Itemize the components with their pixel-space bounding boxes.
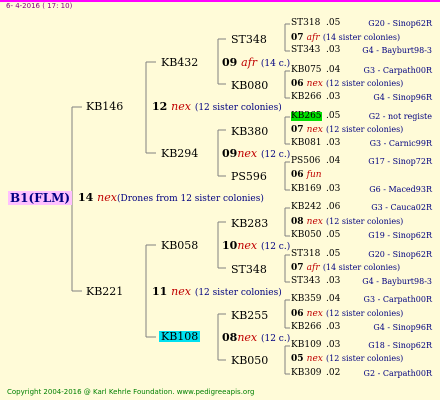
gen3-code-2: nex [237,239,258,252]
gen4-desc-6: (12 sister colonies) [326,309,404,318]
gen4-mating-1: 06 nex (12 sister colonies) [291,80,403,89]
gen3-num-0: 09 [222,56,238,69]
gen3-node-3[interactable]: KB108 [159,331,201,342]
gen4-node-1[interactable]: KB080 [231,80,268,91]
gen3-mating-1: 09nex (12 c.) [222,148,290,160]
gen3-desc-3: (12 c.) [260,334,291,344]
gen4-code-5: afr [306,263,320,273]
gen4-code-2: nex [306,125,323,135]
gen2-desc-0: (12 sister colonies) [194,103,282,113]
gen4-code-0: afr [306,33,320,43]
gen3-mating-3: 08nex (12 c.) [222,332,290,344]
gen4-num-5: 07 [291,263,304,273]
gen2-num-0: 12 [152,100,168,113]
gen3-desc-0: (14 c.) [260,59,291,69]
root-code: nex [97,191,117,204]
gen3-mating-0: 09 afr (14 c.) [222,57,290,69]
gen3-num-1: 09 [222,147,238,160]
gen5-origin-1: G4 - Bayburt98-3 [362,46,432,55]
gen4-desc-4: (12 sister colonies) [326,217,404,226]
gen4-code-4: nex [306,217,323,227]
gen5-origin-14: G18 - Sinop62R [368,341,432,350]
gen4-node-0[interactable]: ST348 [231,34,267,45]
gen4-mating-4: 08 nex (12 sister colonies) [291,218,403,227]
gen4-mating-3: 06 fun [291,171,322,180]
root-mating: 14 nex(Drones from 12 sister colonies) [78,192,264,204]
gen4-code-1: nex [306,79,323,89]
gen5-origin-9: G19 - Sinop62R [368,231,432,240]
gen2-mating-0: 12 nex (12 sister colonies) [152,101,282,113]
gen4-code-3: fun [306,170,322,180]
gen4-desc-7: (12 sister colonies) [326,354,404,363]
gen4-desc-5: (14 sister colonies) [322,263,401,272]
gen4-desc-1: (12 sister colonies) [326,79,404,88]
gen4-node-2[interactable]: KB380 [231,126,268,137]
gen5-origin-10: G20 - Sinop62R [368,250,432,259]
gen3-num-2: 10 [222,239,238,252]
gen4-mating-0: 07 afr (14 sister colonies) [291,34,400,43]
gen4-mating-6: 06 nex (12 sister colonies) [291,310,403,319]
gen2-mating-1: 11 nex (12 sister colonies) [152,286,282,298]
gen3-num-3: 08 [222,331,238,344]
gen3-node-2[interactable]: KB058 [161,240,198,251]
pedigree-stage: { "date": "6- 4-2016 ( 17: 10)", "root":… [0,0,440,400]
gen5-origin-12: G3 - Carpath00R [363,295,432,304]
gen4-desc-2: (12 sister colonies) [326,125,404,134]
gen4-mating-2: 07 nex (12 sister colonies) [291,126,403,135]
gen4-node-3[interactable]: PS596 [231,171,267,182]
gen4-num-4: 08 [291,217,304,227]
gen2-node-0[interactable]: KB146 [86,101,123,112]
gen5-origin-11: G4 - Bayburt98-3 [362,277,432,286]
gen5-origin-13: G4 - Sinop96R [373,323,432,332]
gen4-num-0: 07 [291,33,304,43]
gen3-desc-2: (12 c.) [260,242,291,252]
gen4-node-4[interactable]: KB283 [231,218,268,229]
gen5-origin-8: G3 - Cauca02R [371,203,432,212]
gen3-node-0[interactable]: KB432 [161,57,198,68]
gen4-code-7: nex [306,354,323,364]
gen4-node-7[interactable]: KB050 [231,355,268,366]
gen5-origin-4: G2 - not registe [368,112,432,121]
gen5-origin-15: G2 - Carpath00R [363,369,432,378]
gen4-mating-5: 07 afr (14 sister colonies) [291,264,400,273]
gen4-num-1: 06 [291,79,304,89]
gen2-code-0: nex [171,100,191,113]
gen3-code-3: nex [237,331,258,344]
gen3-code-1: nex [237,147,258,160]
gen5-origin-7: G6 - Maced93R [369,185,432,194]
gen2-code-1: nex [171,285,191,298]
gen3-code-0: afr [241,56,258,69]
gen3-node-1[interactable]: KB294 [161,148,198,159]
gen4-mating-7: 05 nex (12 sister colonies) [291,355,403,364]
date-stamp: 6- 4-2016 ( 17: 10) [6,2,73,10]
root-desc: (Drones from 12 sister colonies) [116,194,264,204]
copyright-footer: Copyright 2004-2016 @ Karl Kehrle Founda… [7,388,255,396]
gen5-origin-2: G3 - Carpath00R [363,66,432,75]
gen2-num-1: 11 [152,285,168,298]
gen4-desc-0: (14 sister colonies) [322,33,401,42]
root-num: 14 [78,191,94,204]
gen4-num-7: 05 [291,354,304,364]
gen2-desc-1: (12 sister colonies) [194,288,282,298]
gen3-mating-2: 10nex (12 c.) [222,240,290,252]
gen3-desc-1: (12 c.) [260,150,291,160]
gen4-node-6[interactable]: KB255 [231,310,268,321]
gen2-node-1[interactable]: KB221 [86,286,123,297]
gen4-node-5[interactable]: ST348 [231,264,267,275]
gen5-origin-6: G17 - Sinop72R [368,157,432,166]
gen5-origin-0: G20 - Sinop62R [368,19,432,28]
gen4-code-6: nex [306,309,323,319]
gen5-origin-3: G4 - Sinop96R [373,93,432,102]
gen4-num-2: 07 [291,125,304,135]
gen4-num-6: 06 [291,309,304,319]
root-queen[interactable]: B1(FLM) [8,191,73,205]
gen4-num-3: 06 [291,170,304,180]
gen5-origin-5: G3 - Carnic99R [369,139,432,148]
